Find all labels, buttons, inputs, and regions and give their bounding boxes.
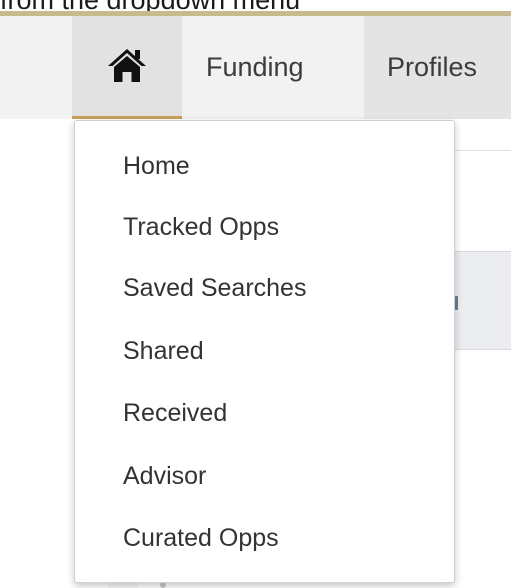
menu-item-tracked-opps[interactable]: Tracked Opps [123, 207, 279, 247]
nav-home-button[interactable] [72, 16, 182, 119]
menu-item-shared[interactable]: Shared [123, 331, 204, 371]
home-icon [106, 46, 148, 89]
menu-item-saved-searches[interactable]: Saved Searches [123, 268, 306, 308]
background-divider [455, 150, 511, 151]
menu-item-home[interactable]: Home [123, 146, 190, 186]
active-underline [72, 116, 182, 119]
menu-item-curated-opps[interactable]: Curated Opps [123, 518, 279, 558]
menu-item-advisor[interactable]: Advisor [123, 456, 206, 496]
background-panel [455, 251, 511, 350]
menu-item-received[interactable]: Received [123, 393, 227, 433]
nav-funding[interactable]: Funding [182, 16, 364, 119]
home-dropdown-menu: Home Tracked Opps Saved Searches Shared … [74, 120, 455, 583]
nav-profiles[interactable]: Profiles [364, 16, 511, 119]
background-glyph [455, 296, 458, 310]
top-navbar: Funding Profiles [0, 16, 511, 119]
